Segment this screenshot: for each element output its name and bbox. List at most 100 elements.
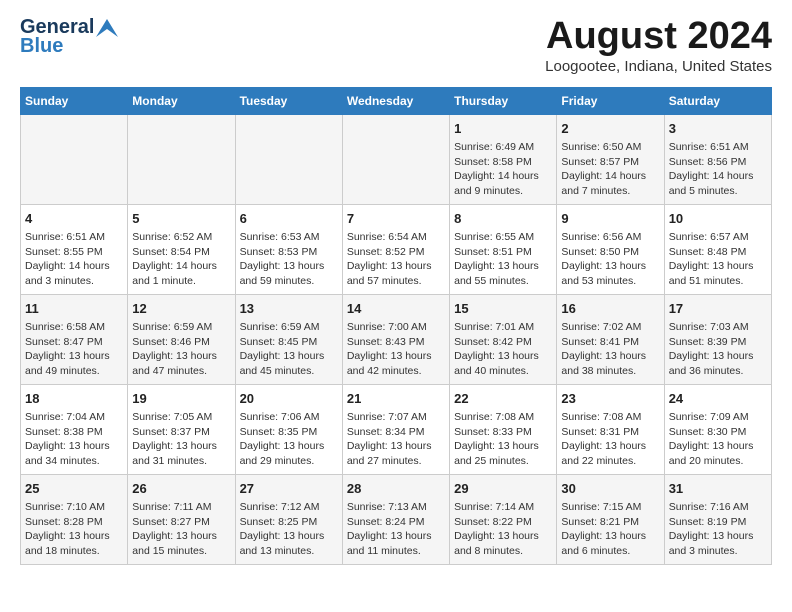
calendar-cell: 28 Sunrise: 7:13 AM Sunset: 8:24 PM Dayli… [342,474,449,564]
page-title: August 2024 [545,16,772,58]
cell-daylight-info: Sunrise: 7:14 AM Sunset: 8:22 PM Dayligh… [454,500,552,559]
cell-daylight-info: Sunrise: 7:05 AM Sunset: 8:37 PM Dayligh… [132,410,230,469]
cell-daylight-info: Sunrise: 7:02 AM Sunset: 8:41 PM Dayligh… [561,320,659,379]
calendar-cell: 1 Sunrise: 6:49 AM Sunset: 8:58 PM Daylig… [450,114,557,204]
cell-daylight-info: Sunrise: 7:12 AM Sunset: 8:25 PM Dayligh… [240,500,338,559]
day-number: 6 [240,210,338,228]
calendar-week-row: 1 Sunrise: 6:49 AM Sunset: 8:58 PM Daylig… [21,114,772,204]
day-number: 28 [347,480,445,498]
calendar-cell: 17 Sunrise: 7:03 AM Sunset: 8:39 PM Dayli… [664,294,771,384]
calendar-week-row: 4Sunrise: 6:51 AM Sunset: 8:55 PM Daylig… [21,204,772,294]
calendar-cell: 6 Sunrise: 6:53 AM Sunset: 8:53 PM Daylig… [235,204,342,294]
calendar-cell: 29Sunrise: 7:14 AM Sunset: 8:22 PM Dayli… [450,474,557,564]
day-number: 12 [132,300,230,318]
cell-daylight-info: Sunrise: 7:06 AM Sunset: 8:35 PM Dayligh… [240,410,338,469]
cell-daylight-info: Sunrise: 7:16 AM Sunset: 8:19 PM Dayligh… [669,500,767,559]
logo: General Blue [20,16,118,58]
day-number: 9 [561,210,659,228]
calendar-table: SundayMondayTuesdayWednesdayThursdayFrid… [20,87,772,565]
calendar-week-row: 18 Sunrise: 7:04 AM Sunset: 8:38 PM Dayli… [21,384,772,474]
cell-daylight-info: Sunrise: 6:59 AM Sunset: 8:46 PM Dayligh… [132,320,230,379]
cell-daylight-info: Sunrise: 6:58 AM Sunset: 8:47 PM Dayligh… [25,320,123,379]
calendar-cell: 21 Sunrise: 7:07 AM Sunset: 8:34 PM Dayli… [342,384,449,474]
calendar-cell: 12 Sunrise: 6:59 AM Sunset: 8:46 PM Dayli… [128,294,235,384]
cell-daylight-info: Sunrise: 6:51 AM Sunset: 8:56 PM Dayligh… [669,140,767,199]
day-number: 19 [132,390,230,408]
calendar-cell: 15 Sunrise: 7:01 AM Sunset: 8:42 PM Dayli… [450,294,557,384]
calendar-week-row: 25 Sunrise: 7:10 AM Sunset: 8:28 PM Dayli… [21,474,772,564]
calendar-cell: 23Sunrise: 7:08 AM Sunset: 8:31 PM Dayli… [557,384,664,474]
calendar-cell [235,114,342,204]
day-number: 31 [669,480,767,498]
calendar-cell: 25 Sunrise: 7:10 AM Sunset: 8:28 PM Dayli… [21,474,128,564]
calendar-header-saturday: Saturday [664,87,771,114]
logo-blue-text: Blue [20,35,63,58]
day-number: 17 [669,300,767,318]
calendar-cell: 27Sunrise: 7:12 AM Sunset: 8:25 PM Dayli… [235,474,342,564]
cell-daylight-info: Sunrise: 7:08 AM Sunset: 8:33 PM Dayligh… [454,410,552,469]
day-number: 16 [561,300,659,318]
cell-daylight-info: Sunrise: 7:07 AM Sunset: 8:34 PM Dayligh… [347,410,445,469]
calendar-cell: 18 Sunrise: 7:04 AM Sunset: 8:38 PM Dayli… [21,384,128,474]
day-number: 26 [132,480,230,498]
cell-daylight-info: Sunrise: 7:15 AM Sunset: 8:21 PM Dayligh… [561,500,659,559]
logo-bird-icon [96,19,118,37]
cell-daylight-info: Sunrise: 7:11 AM Sunset: 8:27 PM Dayligh… [132,500,230,559]
calendar-cell: 16 Sunrise: 7:02 AM Sunset: 8:41 PM Dayli… [557,294,664,384]
cell-daylight-info: Sunrise: 6:57 AM Sunset: 8:48 PM Dayligh… [669,230,767,289]
cell-daylight-info: Sunrise: 6:54 AM Sunset: 8:52 PM Dayligh… [347,230,445,289]
calendar-cell: 3 Sunrise: 6:51 AM Sunset: 8:56 PM Daylig… [664,114,771,204]
day-number: 2 [561,120,659,138]
day-number: 11 [25,300,123,318]
day-number: 21 [347,390,445,408]
calendar-cell: 7 Sunrise: 6:54 AM Sunset: 8:52 PM Daylig… [342,204,449,294]
calendar-header-row: SundayMondayTuesdayWednesdayThursdayFrid… [21,87,772,114]
cell-daylight-info: Sunrise: 7:03 AM Sunset: 8:39 PM Dayligh… [669,320,767,379]
day-number: 18 [25,390,123,408]
title-block: August 2024 Loogootee, Indiana, United S… [545,16,772,75]
calendar-header-sunday: Sunday [21,87,128,114]
calendar-cell: 26 Sunrise: 7:11 AM Sunset: 8:27 PM Dayli… [128,474,235,564]
cell-daylight-info: Sunrise: 7:01 AM Sunset: 8:42 PM Dayligh… [454,320,552,379]
calendar-cell: 9Sunrise: 6:56 AM Sunset: 8:50 PM Daylig… [557,204,664,294]
cell-daylight-info: Sunrise: 7:00 AM Sunset: 8:43 PM Dayligh… [347,320,445,379]
cell-daylight-info: Sunrise: 6:55 AM Sunset: 8:51 PM Dayligh… [454,230,552,289]
calendar-cell: 31 Sunrise: 7:16 AM Sunset: 8:19 PM Dayli… [664,474,771,564]
calendar-cell: 5Sunrise: 6:52 AM Sunset: 8:54 PM Daylig… [128,204,235,294]
day-number: 15 [454,300,552,318]
cell-daylight-info: Sunrise: 6:52 AM Sunset: 8:54 PM Dayligh… [132,230,230,289]
day-number: 24 [669,390,767,408]
calendar-cell [342,114,449,204]
calendar-cell [21,114,128,204]
day-number: 4 [25,210,123,228]
cell-daylight-info: Sunrise: 7:08 AM Sunset: 8:31 PM Dayligh… [561,410,659,469]
day-number: 8 [454,210,552,228]
day-number: 1 [454,120,552,138]
page-header: General Blue August 2024 Loogootee, Indi… [20,16,772,75]
day-number: 25 [25,480,123,498]
cell-daylight-info: Sunrise: 7:04 AM Sunset: 8:38 PM Dayligh… [25,410,123,469]
cell-daylight-info: Sunrise: 6:50 AM Sunset: 8:57 PM Dayligh… [561,140,659,199]
day-number: 3 [669,120,767,138]
calendar-header-monday: Monday [128,87,235,114]
calendar-cell: 20 Sunrise: 7:06 AM Sunset: 8:35 PM Dayli… [235,384,342,474]
calendar-cell: 2 Sunrise: 6:50 AM Sunset: 8:57 PM Daylig… [557,114,664,204]
day-number: 14 [347,300,445,318]
calendar-cell: 11 Sunrise: 6:58 AM Sunset: 8:47 PM Dayli… [21,294,128,384]
calendar-header-wednesday: Wednesday [342,87,449,114]
cell-daylight-info: Sunrise: 6:49 AM Sunset: 8:58 PM Dayligh… [454,140,552,199]
calendar-cell: 22Sunrise: 7:08 AM Sunset: 8:33 PM Dayli… [450,384,557,474]
cell-daylight-info: Sunrise: 7:13 AM Sunset: 8:24 PM Dayligh… [347,500,445,559]
calendar-cell: 4Sunrise: 6:51 AM Sunset: 8:55 PM Daylig… [21,204,128,294]
calendar-header-friday: Friday [557,87,664,114]
page-subtitle: Loogootee, Indiana, United States [545,58,772,75]
day-number: 10 [669,210,767,228]
calendar-header-thursday: Thursday [450,87,557,114]
cell-daylight-info: Sunrise: 7:10 AM Sunset: 8:28 PM Dayligh… [25,500,123,559]
day-number: 20 [240,390,338,408]
calendar-cell: 13Sunrise: 6:59 AM Sunset: 8:45 PM Dayli… [235,294,342,384]
calendar-cell: 8 Sunrise: 6:55 AM Sunset: 8:51 PM Daylig… [450,204,557,294]
cell-daylight-info: Sunrise: 6:53 AM Sunset: 8:53 PM Dayligh… [240,230,338,289]
day-number: 7 [347,210,445,228]
calendar-week-row: 11 Sunrise: 6:58 AM Sunset: 8:47 PM Dayli… [21,294,772,384]
